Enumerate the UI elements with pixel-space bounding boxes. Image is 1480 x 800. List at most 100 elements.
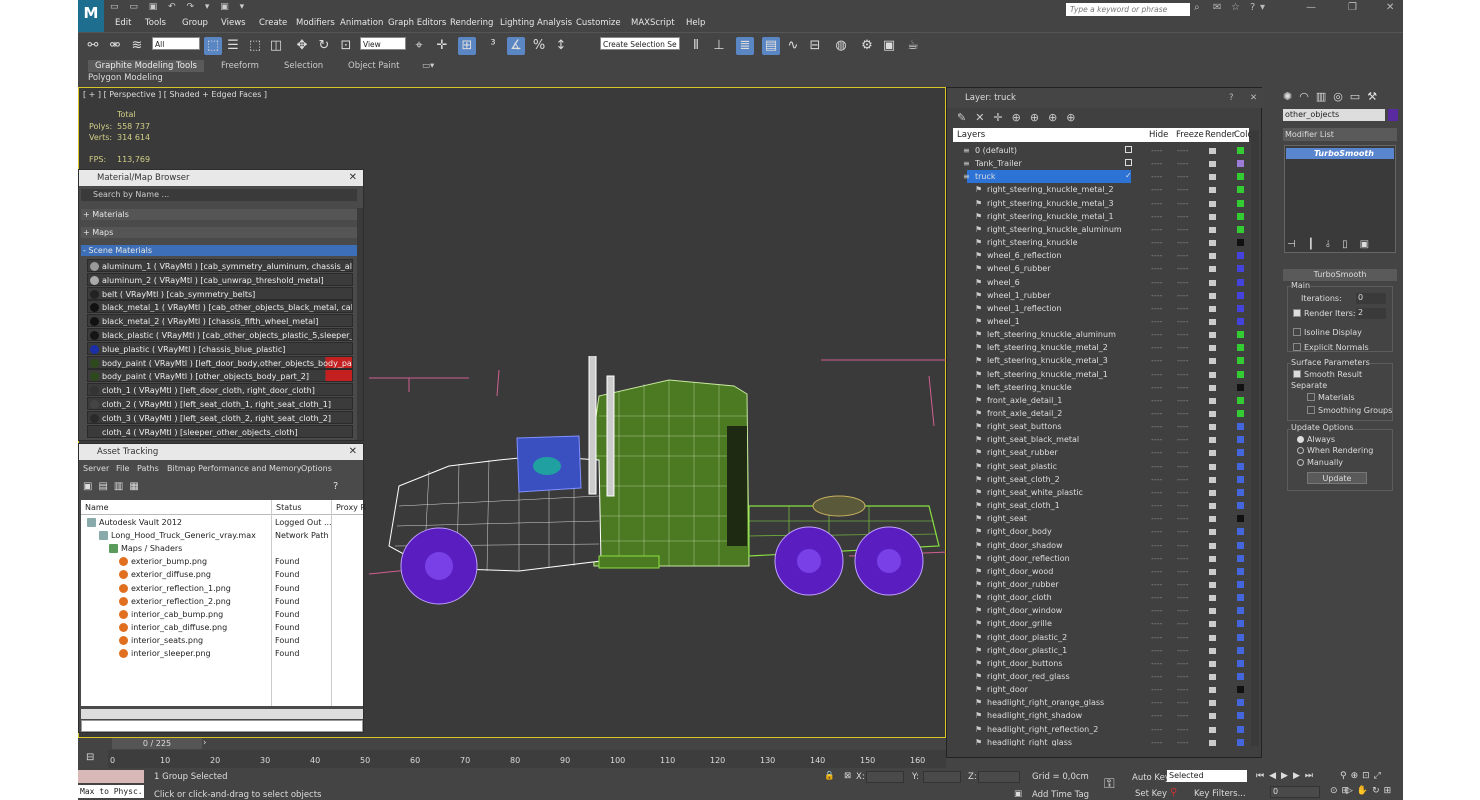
freeze-toggle[interactable]: ---- (1177, 262, 1189, 275)
render-teapot-icon[interactable] (1209, 411, 1216, 417)
hide-toggle[interactable]: ---- (1151, 446, 1163, 459)
hide-toggle[interactable]: ---- (1151, 328, 1163, 341)
time-tag-icon[interactable]: ▣ (1014, 789, 1022, 799)
render-teapot-icon[interactable] (1209, 529, 1216, 536)
freeze-toggle[interactable]: ---- (1177, 631, 1189, 644)
render-teapot-icon[interactable] (1209, 739, 1216, 746)
hide-toggle[interactable]: ---- (1151, 302, 1163, 315)
layer-color-swatch[interactable] (1237, 344, 1244, 352)
layer-name[interactable]: Tank_Trailer (975, 157, 1022, 170)
asset-name[interactable]: Long_Hood_Truck_Generic_vray.max (111, 529, 256, 542)
freeze-toggle[interactable]: ---- (1177, 617, 1189, 630)
layer-name[interactable]: wheel_6_reflection (987, 249, 1062, 262)
hide-toggle[interactable]: ---- (1151, 144, 1163, 157)
layer-row[interactable]: ⚑ right_seat_rubber ---- ---- (953, 446, 1249, 459)
hide-toggle[interactable]: ---- (1151, 262, 1163, 275)
hide-toggle[interactable]: ---- (1151, 578, 1163, 591)
render-teapot-icon[interactable] (1209, 371, 1216, 378)
stack-toolbar-icons[interactable]: ⊣┃⫰▯▣ (1287, 239, 1381, 250)
freeze-toggle[interactable]: ---- (1177, 499, 1189, 512)
rotate-icon[interactable]: ↻ (315, 37, 333, 55)
layer-color-swatch[interactable] (1237, 291, 1244, 299)
layer-row[interactable]: ⚑ wheel_6_reflection ---- ---- (953, 249, 1249, 262)
scale-icon[interactable]: ⊡ (337, 37, 355, 55)
layer-name[interactable]: right_door_reflection (987, 552, 1070, 565)
layer-color-swatch[interactable] (1237, 633, 1244, 641)
layer-color-swatch[interactable] (1237, 160, 1244, 168)
smooth-result-checkbox[interactable]: Smooth Result (1293, 370, 1362, 379)
layer-row[interactable]: ⚑ right_seat ---- ---- (953, 512, 1249, 525)
hide-toggle[interactable]: ---- (1151, 368, 1163, 381)
layer-name[interactable]: left_steering_knuckle (987, 381, 1072, 394)
hide-toggle[interactable]: ---- (1151, 249, 1163, 262)
render-setup-icon[interactable]: ⚙ (858, 37, 876, 55)
layer-color-swatch[interactable] (1237, 475, 1244, 483)
freeze-toggle[interactable]: ---- (1177, 170, 1189, 183)
render-teapot-icon[interactable] (1209, 503, 1216, 510)
material-item[interactable]: black_metal_1 ( VRayMtl ) [cab_other_obj… (87, 300, 353, 314)
layer-row[interactable]: ⚑ right_steering_knuckle_metal_3 ---- ---- (953, 197, 1249, 210)
angle-snap-icon[interactable]: ∡ (507, 37, 525, 55)
render-teapot-icon[interactable] (1209, 332, 1216, 339)
help-dropdown-icon[interactable]: ▾ (1260, 2, 1265, 13)
menu-bitmap-performance[interactable]: Bitmap Performance and Memory (167, 464, 302, 473)
asset-name[interactable]: exterior_reflection_1.png (131, 582, 231, 595)
layer-name[interactable]: wheel_1_reflection (987, 302, 1062, 315)
render-teapot-icon[interactable] (1209, 161, 1216, 168)
material-scrollbar[interactable] (357, 208, 363, 440)
render-teapot-icon[interactable] (1209, 240, 1216, 247)
layer-color-swatch[interactable] (1237, 620, 1244, 628)
hide-toggle[interactable]: ---- (1151, 512, 1163, 525)
layer-name[interactable]: right_door_cloth (987, 591, 1052, 604)
render-teapot-icon[interactable] (1209, 568, 1216, 575)
radio-always[interactable]: Always (1297, 435, 1335, 444)
render-teapot-icon[interactable] (1209, 542, 1216, 549)
hide-toggle[interactable]: ---- (1151, 381, 1163, 394)
layer-name[interactable]: right_seat_white_plastic (987, 486, 1083, 499)
layer-row[interactable]: ≡ Tank_Trailer ---- ---- (953, 157, 1249, 170)
layer-color-swatch[interactable] (1237, 712, 1244, 720)
section-materials[interactable]: + Materials (81, 209, 357, 220)
layer-row[interactable]: ⚑ right_door_shadow ---- ---- (953, 539, 1249, 552)
move-icon[interactable]: ✥ (293, 37, 311, 55)
layer-row[interactable]: ⚑ right_door_reflection ---- ---- (953, 552, 1249, 565)
asset-name[interactable]: interior_cab_diffuse.png (131, 621, 227, 634)
layer-row[interactable]: ⚑ right_door_plastic_2 ---- ---- (953, 631, 1249, 644)
hide-toggle[interactable]: ---- (1151, 210, 1163, 223)
layer-color-swatch[interactable] (1237, 331, 1244, 339)
layer-row[interactable]: ⚑ left_steering_knuckle_aluminum ---- ---- (953, 328, 1249, 341)
freeze-toggle[interactable]: ---- (1177, 473, 1189, 486)
asset-name[interactable]: exterior_diffuse.png (131, 568, 211, 581)
freeze-toggle[interactable]: ---- (1177, 157, 1189, 170)
layer-color-swatch[interactable] (1237, 607, 1244, 615)
column-header-freeze[interactable]: Freeze (1176, 130, 1204, 140)
layer-name[interactable]: right_steering_knuckle_aluminum (987, 223, 1122, 236)
layer-color-swatch[interactable] (1237, 528, 1244, 536)
freeze-toggle[interactable]: ---- (1177, 420, 1189, 433)
material-item[interactable]: cloth_2 ( VRayMtl ) [left_seat_cloth_1, … (87, 397, 353, 410)
freeze-toggle[interactable]: ---- (1177, 539, 1189, 552)
hide-toggle[interactable]: ---- (1151, 223, 1163, 236)
render-teapot-icon[interactable] (1209, 660, 1216, 667)
select-manipulate-icon[interactable]: ✛ (433, 37, 451, 55)
layer-name[interactable]: right_door_rubber (987, 578, 1059, 591)
layer-name[interactable]: right_seat_black_metal (987, 433, 1079, 446)
hide-toggle[interactable]: ---- (1151, 433, 1163, 446)
maxscript-input[interactable]: Max to Physc. (78, 785, 144, 798)
menu-lighting-analysis[interactable]: Lighting Analysis (500, 18, 572, 28)
column-header-proxy[interactable]: Proxy R (336, 501, 366, 514)
layer-name[interactable]: right_door_buttons (987, 657, 1063, 670)
material-item[interactable]: cloth_4 ( VRayMtl ) [sleeper_other_objec… (87, 424, 353, 438)
layer-row[interactable]: ⚑ front_axle_detail_2 ---- ---- (953, 407, 1249, 420)
update-button[interactable]: Update (1307, 472, 1367, 484)
layer-name[interactable]: headlight_right_reflection_2 (987, 723, 1098, 736)
freeze-toggle[interactable]: ---- (1177, 210, 1189, 223)
freeze-toggle[interactable]: ---- (1177, 368, 1189, 381)
layer-color-swatch[interactable] (1237, 225, 1244, 233)
layer-color-swatch[interactable] (1237, 515, 1244, 523)
layer-color-swatch[interactable] (1237, 265, 1244, 273)
layer-name[interactable]: right_door_plastic_2 (987, 631, 1067, 644)
freeze-toggle[interactable]: ---- (1177, 381, 1189, 394)
layer-color-swatch[interactable] (1237, 304, 1244, 312)
layer-row[interactable]: ⚑ wheel_1_reflection ---- ---- (953, 302, 1249, 315)
